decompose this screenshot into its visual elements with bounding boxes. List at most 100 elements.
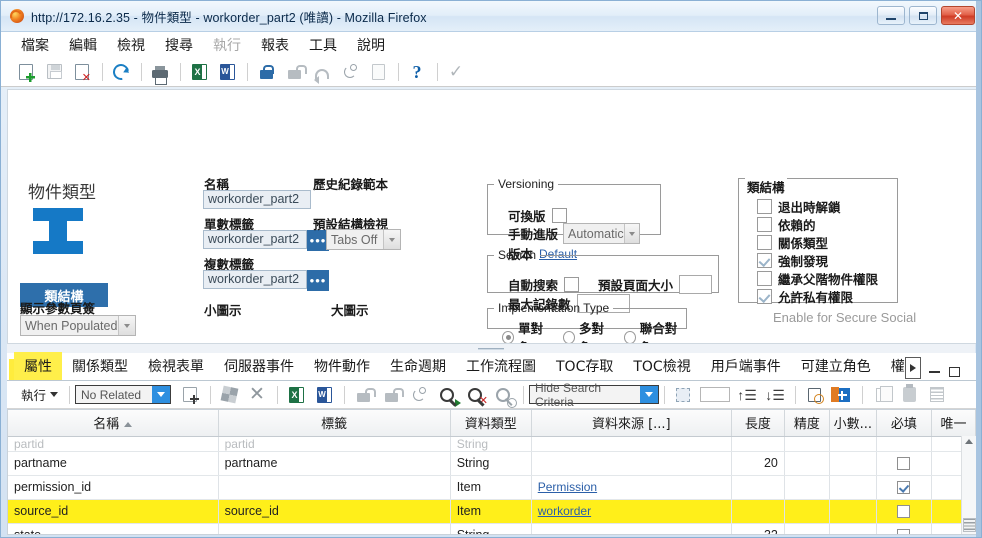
tab-view-forms[interactable]: 檢視表單 <box>138 352 214 380</box>
tab-properties[interactable]: 屬性 <box>14 352 62 380</box>
tab-overflow-button[interactable] <box>904 357 921 379</box>
menu-view[interactable]: 檢視 <box>107 33 155 57</box>
table-row[interactable]: state String 32 <box>8 523 976 534</box>
col-required[interactable]: 必填 <box>876 410 932 437</box>
sort-ascending-button[interactable]: ↑☰ <box>734 383 760 407</box>
col-datatype[interactable]: 資料類型 <box>450 410 532 437</box>
search-criteria-select[interactable]: Hide Search Criteria <box>529 381 660 409</box>
col-length[interactable]: 長度 <box>731 410 785 437</box>
export-excel-button[interactable] <box>186 60 212 84</box>
revision-button[interactable] <box>337 60 363 84</box>
grid-vertical-scrollbar[interactable] <box>961 436 976 534</box>
panel-maximize-button[interactable] <box>948 367 960 377</box>
show-param-tab-select[interactable]: When Populated <box>20 315 136 336</box>
done-button[interactable]: ✓ <box>443 60 469 84</box>
required-checkbox[interactable] <box>897 505 911 519</box>
menu-search[interactable]: 搜尋 <box>155 33 203 57</box>
tab-server-events[interactable]: 伺服器事件 <box>214 352 304 380</box>
maximize-button[interactable] <box>909 6 937 25</box>
unlock-on-exit-checkbox[interactable] <box>757 199 772 214</box>
lock-button[interactable] <box>253 60 279 84</box>
impl-multi-radio[interactable] <box>562 330 575 343</box>
search-clear-button[interactable]: ✕ <box>462 383 488 407</box>
required-checkbox[interactable] <box>897 457 911 471</box>
allow-private-permission-checkbox[interactable] <box>757 289 772 304</box>
impl-federated-radio[interactable] <box>623 330 636 343</box>
grid-unlock-button[interactable] <box>378 383 404 407</box>
search-run-button[interactable] <box>434 383 462 407</box>
help-button[interactable]: ? <box>404 60 430 84</box>
source-link[interactable]: Permission <box>538 480 597 494</box>
sort-descending-button[interactable]: ↓☰ <box>762 383 788 407</box>
dependent-checkbox[interactable] <box>757 217 772 232</box>
tab-workflow[interactable]: 工作流程圖 <box>456 352 546 380</box>
manual-revision-select[interactable]: Automatic <box>563 223 641 244</box>
tab-relationship-types[interactable]: 關係類型 <box>62 352 138 380</box>
menu-reports[interactable]: 報表 <box>251 33 299 57</box>
add-new-button[interactable] <box>829 383 855 407</box>
menu-file[interactable]: 檔案 <box>11 33 59 57</box>
add-row-button[interactable] <box>177 383 203 407</box>
menu-help[interactable]: 說明 <box>347 33 395 57</box>
scroll-thumb[interactable] <box>962 518 976 532</box>
remove-row-button[interactable]: ✕ <box>244 383 270 407</box>
scroll-up-icon[interactable] <box>965 439 973 444</box>
required-checkbox[interactable] <box>897 529 911 534</box>
page-number-field[interactable] <box>698 383 732 407</box>
find-button[interactable] <box>801 383 827 407</box>
tab-life-cycle[interactable]: 生命週期 <box>380 352 456 380</box>
table-row[interactable]: partname partname String 20 <box>8 451 976 476</box>
table-row[interactable]: partid partid String <box>8 436 976 452</box>
menu-edit[interactable]: 編輯 <box>59 33 107 57</box>
impl-single-radio[interactable] <box>502 330 515 343</box>
force-discover-checkbox[interactable] <box>757 253 772 268</box>
tab-toc-view[interactable]: TOC檢視 <box>623 352 700 380</box>
plural-picker-button[interactable]: ••• <box>307 270 329 291</box>
run-menu-button[interactable]: 執行 <box>15 385 64 404</box>
search-disabled-button[interactable] <box>490 383 518 408</box>
col-label[interactable]: 標籤 <box>218 410 451 437</box>
tab-client-events[interactable]: 用戶端事件 <box>701 352 791 380</box>
panel-minimize-button[interactable] <box>928 371 940 373</box>
properties-button[interactable] <box>924 383 950 407</box>
relationship-type-checkbox[interactable] <box>757 235 772 250</box>
paste-button[interactable] <box>896 383 922 407</box>
related-select[interactable]: No Related <box>75 385 172 404</box>
singular-input[interactable]: workorder_part2 <box>203 230 307 249</box>
default-structure-view-select[interactable]: Tabs Off <box>326 229 401 250</box>
grid-lock-button[interactable] <box>350 383 376 407</box>
blank-page-button[interactable] <box>365 60 391 84</box>
menu-tools[interactable]: 工具 <box>299 33 347 57</box>
plural-input[interactable]: workorder_part2 <box>203 270 307 289</box>
export-word-button[interactable] <box>214 60 240 84</box>
auto-search-checkbox[interactable] <box>564 277 580 292</box>
name-input[interactable]: workorder_part2 <box>203 190 311 209</box>
delete-button[interactable] <box>69 60 95 84</box>
undo-button[interactable] <box>309 60 335 84</box>
close-button[interactable]: ✕ <box>941 6 975 25</box>
table-row[interactable]: permission_id Item Permission <box>8 475 976 500</box>
source-link[interactable]: workorder <box>538 504 591 518</box>
minimize-button[interactable] <box>877 6 905 25</box>
col-source[interactable]: 資料來源 [...] <box>531 410 732 437</box>
col-precision[interactable]: 精度 <box>784 410 830 437</box>
tab-item-actions[interactable]: 物件動作 <box>304 352 380 380</box>
tab-toc-access[interactable]: TOC存取 <box>546 352 623 380</box>
inherit-parent-permission-checkbox[interactable] <box>757 271 772 286</box>
unlock-button[interactable] <box>281 60 307 84</box>
relate-button[interactable] <box>216 383 242 407</box>
save-button[interactable] <box>41 60 67 84</box>
required-checkbox[interactable] <box>897 481 911 495</box>
grid-revision-button[interactable] <box>406 383 432 407</box>
new-item-button[interactable] <box>13 60 39 84</box>
refresh-button[interactable] <box>108 60 134 84</box>
print-button[interactable] <box>147 60 173 85</box>
table-row[interactable]: source_id source_id Item workorder <box>8 499 976 524</box>
col-unique[interactable]: 唯一 <box>931 410 976 437</box>
grid-export-word-button[interactable] <box>311 383 337 407</box>
revisable-checkbox[interactable] <box>551 208 567 223</box>
select-all-button[interactable] <box>670 383 696 407</box>
tab-can-add[interactable]: 可建立角色 <box>791 352 881 380</box>
default-page-size-input[interactable] <box>679 275 713 294</box>
copy-button[interactable] <box>868 383 894 407</box>
